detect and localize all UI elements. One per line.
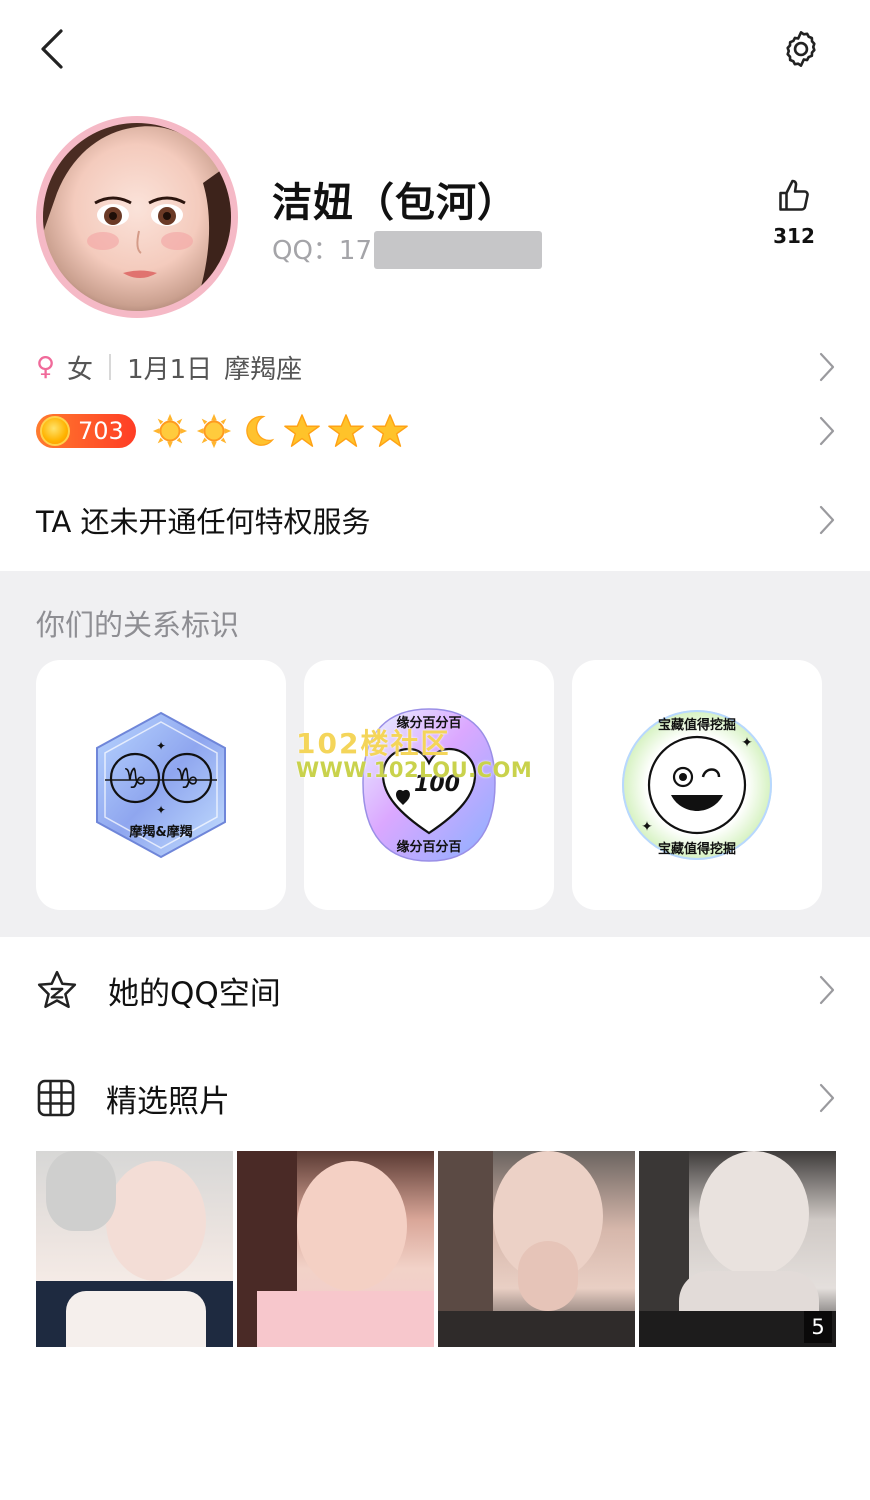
photos-label: 精选照片	[106, 1083, 230, 1120]
like-button[interactable]: 312	[764, 178, 824, 248]
more-photos-count: 5	[804, 1311, 832, 1343]
photo-strip: 5	[36, 1151, 836, 1347]
star-icon	[368, 409, 412, 453]
settings-button[interactable]	[776, 24, 826, 74]
privilege-text: TA 还未开通任何特权服务	[36, 505, 371, 539]
photo-thumbnail[interactable]	[438, 1151, 635, 1347]
treasure-bottom-text: 宝藏值得挖掘	[658, 841, 736, 857]
qq-redaction	[374, 231, 542, 269]
chevron-right-icon	[819, 975, 835, 1005]
photos-row[interactable]: 精选照片	[36, 1068, 836, 1128]
zodiac-text: 摩羯座	[224, 354, 303, 385]
moon-icon	[236, 409, 280, 453]
thumbs-up-icon	[779, 179, 809, 211]
qq-number: QQ：171	[272, 230, 389, 267]
chevron-right-icon	[819, 505, 835, 535]
divider	[109, 354, 112, 380]
star-icon	[324, 409, 368, 453]
svg-text:♑: ♑	[174, 762, 199, 795]
gear-icon	[786, 31, 816, 67]
svg-text:✦: ✦	[156, 739, 166, 753]
avatar-image	[43, 123, 231, 311]
hundred-top-text: 缘分百分百	[396, 715, 461, 731]
profile-name: 洁妞（包河）	[272, 180, 518, 226]
photo-thumbnail[interactable]: 5	[639, 1151, 836, 1347]
female-icon: ♀	[36, 352, 56, 382]
relationship-card-hundred[interactable]: 100 缘分百分百 缘分百分百	[304, 660, 554, 910]
back-arrow-icon	[41, 29, 63, 69]
capricorn-badge-icon: ♑ ♑ ✦ ✦ 摩羯&摩羯	[96, 711, 226, 859]
top-bar	[0, 0, 870, 100]
star-icon	[280, 409, 324, 453]
chevron-right-icon	[819, 416, 835, 446]
relationship-card-capricorn[interactable]: ♑ ♑ ✦ ✦ 摩羯&摩羯	[36, 660, 286, 910]
photo-thumbnail[interactable]	[36, 1151, 233, 1347]
treasure-badge-icon: 宝藏值得挖掘 宝藏值得挖掘 ✦ ✦	[622, 710, 772, 860]
qzone-label: 她的QQ空间	[108, 975, 281, 1012]
svg-text:✦: ✦	[641, 819, 653, 835]
qzone-star-icon	[37, 970, 77, 1009]
qzone-row[interactable]: 她的QQ空间	[36, 960, 836, 1020]
svg-text:✦: ✦	[156, 803, 166, 817]
chevron-right-icon	[819, 1083, 835, 1113]
level-number: 703	[78, 417, 124, 445]
avatar[interactable]	[36, 116, 238, 318]
sun-icon	[192, 409, 236, 453]
treasure-top-text: 宝藏值得挖掘	[658, 717, 736, 733]
hundred-bottom-text: 缘分百分百	[396, 839, 461, 855]
photo-thumbnail[interactable]	[237, 1151, 434, 1347]
level-badge: 703	[36, 414, 136, 448]
sun-icon	[148, 409, 192, 453]
basic-info-row[interactable]: ♀ 女 1月1日 摩羯座	[36, 345, 836, 389]
privilege-row[interactable]: TA 还未开通任何特权服务	[36, 494, 836, 546]
back-button[interactable]	[30, 22, 74, 76]
level-sun-icon	[40, 416, 70, 446]
gender-text: 女	[67, 354, 94, 385]
capricorn-badge-label: 摩羯&摩羯	[129, 824, 192, 840]
like-count: 312	[773, 224, 815, 248]
relationship-title: 你们的关系标识	[36, 608, 240, 642]
level-row[interactable]: 703	[36, 408, 836, 454]
grid-icon	[37, 1079, 75, 1117]
hundred-percent-badge-icon: 100 缘分百分百 缘分百分百	[362, 708, 496, 862]
chevron-right-icon	[819, 352, 835, 382]
hundred-score: 100	[414, 772, 460, 797]
qq-number-text: QQ：171	[272, 236, 389, 266]
svg-text:✦: ✦	[741, 735, 753, 751]
svg-text:♑: ♑	[122, 762, 147, 795]
birthday-text: 1月1日	[127, 354, 213, 385]
relationship-card-treasure[interactable]: 宝藏值得挖掘 宝藏值得挖掘 ✦ ✦	[572, 660, 822, 910]
